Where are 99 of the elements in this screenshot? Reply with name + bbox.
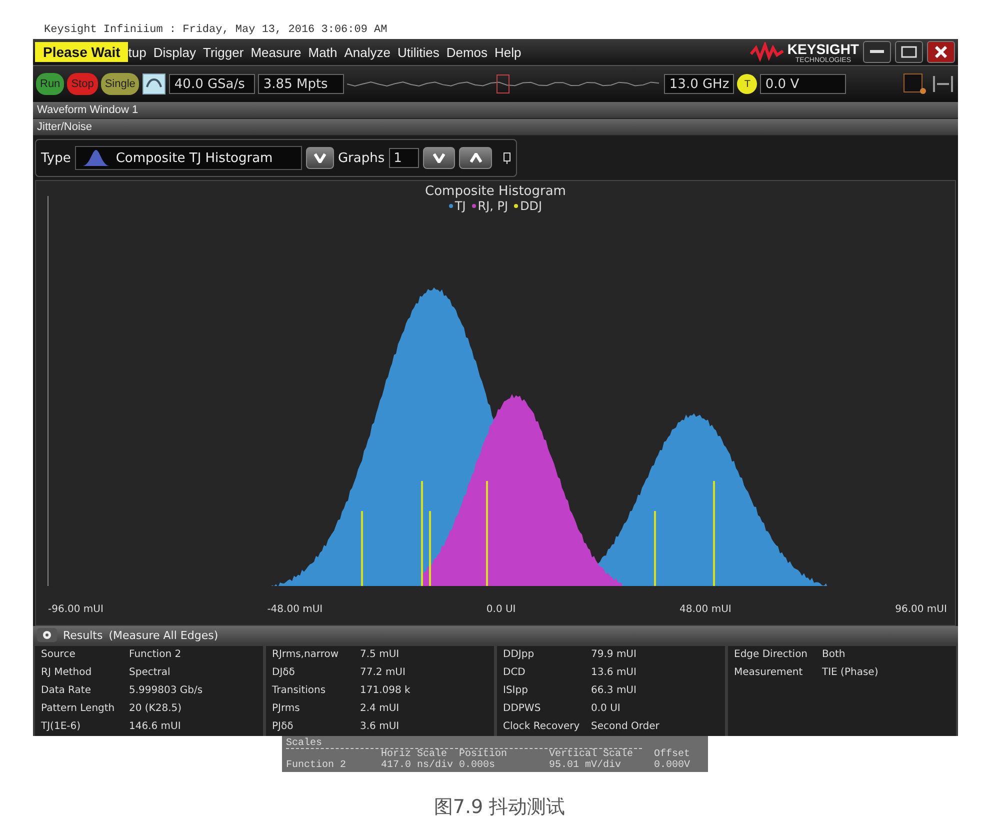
result-label: Clock Recovery — [503, 720, 581, 734]
result-value: Second Order — [591, 720, 660, 734]
result-label: PJrms — [272, 702, 301, 716]
chevron-down-icon — [314, 153, 326, 163]
scales-cell-text: 0.000V — [654, 760, 692, 771]
result-value: 2.4 mUI — [360, 702, 400, 716]
legend-item: DDJ — [514, 199, 542, 213]
result-label: DJδδ — [272, 666, 296, 680]
type-label: Type — [41, 150, 71, 166]
scales-cell-text: Function 2 — [286, 760, 348, 771]
scales-cell-text: 0.000s — [459, 760, 496, 771]
results-title: Results — [63, 628, 103, 642]
menu-item[interactable]: Demos — [446, 44, 488, 60]
result-label: Source — [41, 648, 76, 662]
result-value: 146.6 mUI — [129, 720, 182, 734]
result-label: DDPWS — [503, 702, 542, 716]
scales-cell-text: 95.01 mV/div — [549, 760, 622, 771]
trigger-level-field[interactable]: 0.0 V — [760, 74, 846, 94]
type-dropdown[interactable]: Composite TJ Histogram — [74, 146, 302, 170]
result-label: TJ(1E-6) — [41, 720, 82, 734]
chevron-down-icon — [433, 153, 446, 163]
chevron-up-icon — [470, 153, 482, 163]
result-label: DCD — [503, 666, 526, 680]
gear-icon[interactable] — [37, 628, 57, 642]
result-label: Edge Direction — [734, 648, 809, 662]
minimize-icon — [870, 50, 884, 54]
result-value: Spectral — [129, 666, 172, 680]
result-value: 77.2 mUI — [360, 666, 406, 680]
result-value: 7.5 mUI — [360, 648, 400, 662]
bandwidth-field[interactable]: 13.0 GHz — [664, 74, 734, 94]
menu-item[interactable]: Trigger — [203, 44, 244, 60]
chart-title: Composite Histogram — [425, 184, 566, 199]
result-label: Measurement — [734, 666, 804, 680]
scales-header: Vertical Scale — [549, 749, 634, 760]
axis-label: 0.0 UI — [486, 604, 516, 615]
menu-item[interactable]: Help — [494, 44, 522, 60]
dropdown-button[interactable] — [306, 147, 334, 169]
result-label: RJ Method — [41, 666, 93, 680]
legend-item: TJ — [448, 199, 466, 213]
control-button[interactable]: Run — [36, 73, 64, 95]
window-bar: Waveform Window 1 — [33, 102, 958, 119]
menu-item[interactable]: Math — [308, 44, 338, 60]
graphs-field[interactable]: 1 — [388, 148, 420, 168]
down-button[interactable] — [423, 147, 456, 169]
maximize-icon — [901, 46, 917, 58]
results-subtitle: (Measure All Edges) — [108, 628, 218, 642]
menu-item[interactable]: tup — [128, 44, 146, 60]
result-label: Pattern Length — [41, 702, 116, 716]
minimize-button[interactable] — [863, 41, 891, 63]
result-value: 79.9 mUI — [591, 648, 638, 662]
result-value: 5.999803 Gb/s — [129, 684, 204, 698]
memory-depth-field[interactable]: 3.85 Mpts — [258, 74, 344, 94]
window-title: Keysight Infiniium : Friday, May 13, 2016 3:06:09 AM — [44, 24, 388, 38]
menu-item[interactable]: Utilities — [397, 44, 440, 60]
control-button[interactable]: Single — [100, 73, 140, 95]
axis-label: 96.00 mUI — [895, 604, 947, 615]
logo-icon — [750, 42, 784, 62]
maximize-button[interactable] — [895, 41, 923, 63]
menu-item[interactable]: Display — [153, 44, 196, 60]
figure-caption: 图7.9 抖动测试 — [434, 795, 566, 820]
result-label: Transitions — [272, 684, 327, 698]
result-value: 171.098 k — [360, 684, 412, 698]
panel-bar: Jitter/Noise — [33, 119, 958, 136]
menu-item[interactable]: Analyze — [344, 44, 390, 60]
axis-label: 48.00 mUI — [680, 604, 732, 615]
histogram-icon — [82, 150, 110, 166]
result-value: Both — [822, 648, 846, 662]
sample-rate-field[interactable]: 40.0 GSa/s — [169, 74, 256, 94]
result-value: 66.3 mUI — [591, 684, 638, 698]
result-value: 3.6 mUI — [360, 720, 400, 734]
result-label: RJrms,narrow — [272, 648, 340, 662]
result-label: PJδδ — [272, 720, 294, 734]
status-badge: Please Wait — [35, 42, 128, 62]
result-label: Data Rate — [41, 684, 92, 698]
scales-header: Horiz Scale — [381, 749, 448, 760]
result-value: 20 (K28.5) — [129, 702, 183, 716]
close-icon — [935, 46, 947, 58]
close-button[interactable] — [927, 41, 955, 63]
result-label: DDJpp — [503, 648, 536, 662]
up-button[interactable] — [459, 147, 492, 169]
axis-label: -48.00 mUI — [267, 604, 323, 615]
scales-cell-text: 417.0 ns/div — [381, 760, 454, 771]
menu-item[interactable]: Measure — [250, 44, 302, 60]
trigger-badge[interactable]: T — [737, 74, 758, 94]
pin-icon[interactable] — [502, 152, 511, 164]
result-label: ISIpp — [503, 684, 529, 698]
zoom-icon[interactable] — [902, 72, 928, 96]
result-value: TIE (Phase) — [822, 666, 880, 680]
axis-label: -96.00 mUI — [48, 604, 104, 615]
legend-item: RJ, PJ — [472, 199, 508, 213]
scales-title: Scales — [286, 738, 642, 749]
result-value: 0.0 UI — [591, 702, 622, 716]
waveform-icon — [347, 73, 662, 95]
scales-header: Position — [459, 749, 508, 760]
scope-icon[interactable] — [142, 73, 166, 95]
result-value: Function 2 — [129, 648, 182, 662]
scales-header: Offset — [654, 749, 692, 760]
result-value: 13.6 mUI — [591, 666, 638, 680]
graphs-label: Graphs — [338, 150, 385, 166]
